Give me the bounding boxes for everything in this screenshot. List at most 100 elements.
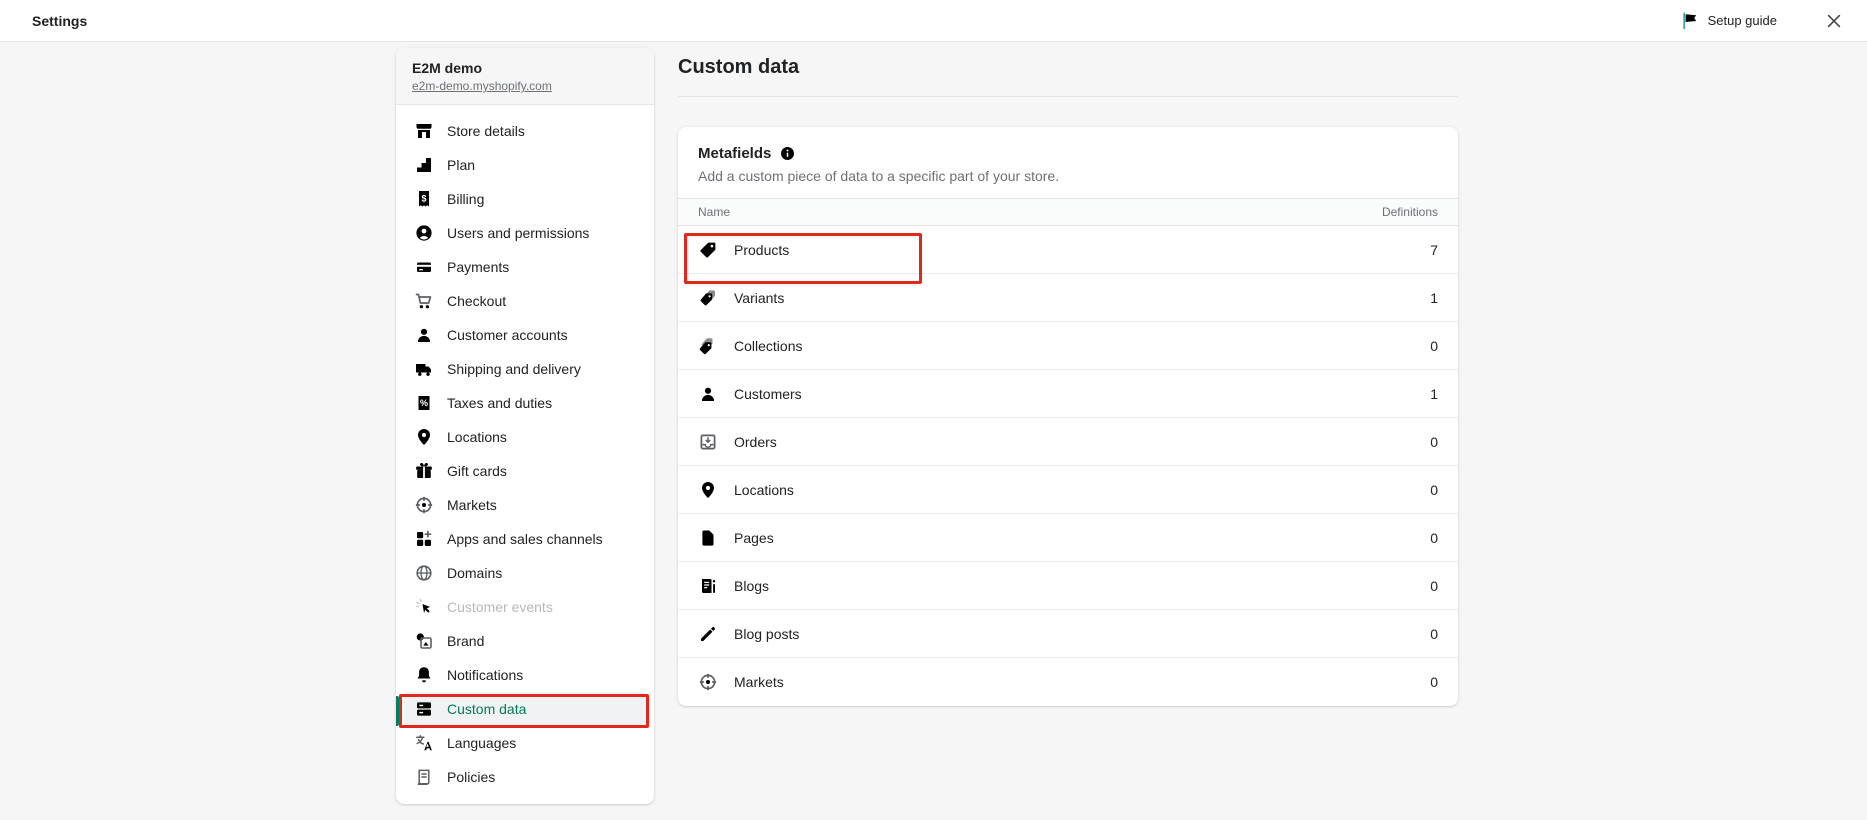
plan-icon [414,155,434,175]
row-definitions-count: 0 [1430,530,1438,546]
sidebar-item-apps-and-sales-channels[interactable]: Apps and sales channels [404,522,646,556]
translate-icon [414,733,434,753]
column-definitions: Definitions [1382,205,1438,219]
metafields-description: Add a custom piece of data to a specific… [698,168,1438,184]
users-icon [414,223,434,243]
sidebar-item-brand[interactable]: Brand [404,624,646,658]
metafield-row-markets[interactable]: Markets 0 [678,658,1458,706]
row-definitions-count: 0 [1430,338,1438,354]
metafield-row-customers[interactable]: Customers 1 [678,370,1458,418]
store-domain-link[interactable]: e2m-demo.myshopify.com [412,79,552,93]
table-header: Name Definitions [678,198,1458,226]
main-content: Custom data Metafields Add a custom piec… [678,42,1458,706]
metafields-title: Metafields [698,145,771,162]
close-icon [1825,12,1843,30]
row-label: Collections [734,338,802,354]
page-icon [698,528,718,548]
billing-icon [414,189,434,209]
metafield-row-collections[interactable]: Collections 0 [678,322,1458,370]
row-label: Products [734,242,789,258]
sidebar-item-custom-data[interactable]: Custom data [404,692,646,726]
metafield-row-orders[interactable]: Orders 0 [678,418,1458,466]
title-divider [678,96,1458,97]
settings-sidebar: E2M demo e2m-demo.myshopify.com Store de… [396,48,654,804]
sidebar-item-languages[interactable]: Languages [404,726,646,760]
sidebar-item-label: Taxes and duties [447,395,552,411]
row-label: Blogs [734,578,769,594]
pencil-icon [698,624,718,644]
bell-icon [414,665,434,685]
row-definitions-count: 0 [1430,626,1438,642]
sidebar-item-plan[interactable]: Plan [404,148,646,182]
metafields-card: Metafields Add a custom piece of data to… [678,127,1458,706]
double-tag-icon [698,288,718,308]
metafield-row-products[interactable]: Products 7 [678,226,1458,274]
info-icon[interactable] [779,145,796,162]
checkout-cart-icon [414,291,434,311]
sidebar-item-checkout[interactable]: Checkout [404,284,646,318]
sidebar-item-label: Gift cards [447,463,507,479]
sidebar-item-label: Markets [447,497,497,513]
sidebar-item-store-details[interactable]: Store details [404,114,646,148]
page-header-title: Settings [32,13,87,29]
row-label: Customers [734,386,802,402]
sidebar-item-billing[interactable]: Billing [404,182,646,216]
apps-icon [414,529,434,549]
row-definitions-count: 7 [1430,242,1438,258]
storefront-icon [414,121,434,141]
store-header: E2M demo e2m-demo.myshopify.com [396,48,654,105]
person-icon [698,384,718,404]
taxes-icon [414,393,434,413]
store-name: E2M demo [412,60,638,76]
sidebar-item-taxes-and-duties[interactable]: Taxes and duties [404,386,646,420]
row-definitions-count: 0 [1430,674,1438,690]
active-item-indicator [396,696,399,726]
sidebar-item-users-and-permissions[interactable]: Users and permissions [404,216,646,250]
map-pin-icon [698,480,718,500]
top-bar: Settings Setup guide [0,0,1867,42]
metafield-row-locations[interactable]: Locations 0 [678,466,1458,514]
sidebar-item-label: Domains [447,565,502,581]
metafield-row-pages[interactable]: Pages 0 [678,514,1458,562]
row-definitions-count: 1 [1430,386,1438,402]
setup-guide-label: Setup guide [1708,13,1777,28]
row-label: Blog posts [734,626,799,642]
sidebar-item-customer-accounts[interactable]: Customer accounts [404,318,646,352]
metafield-row-blogs[interactable]: Blogs 0 [678,562,1458,610]
database-icon [414,699,434,719]
sidebar-item-label: Policies [447,769,495,785]
sidebar-item-label: Plan [447,157,475,173]
cursor-click-icon [414,597,434,617]
policies-icon [414,767,434,787]
row-label: Variants [734,290,784,306]
sidebar-item-domains[interactable]: Domains [404,556,646,590]
truck-icon [414,359,434,379]
metafield-row-variants[interactable]: Variants 1 [678,274,1458,322]
row-definitions-count: 0 [1430,578,1438,594]
person-icon [414,325,434,345]
sidebar-item-gift-cards[interactable]: Gift cards [404,454,646,488]
row-definitions-count: 1 [1430,290,1438,306]
sidebar-item-label: Shipping and delivery [447,361,581,377]
sidebar-item-payments[interactable]: Payments [404,250,646,284]
metafield-row-blog-posts[interactable]: Blog posts 0 [678,610,1458,658]
row-label: Locations [734,482,794,498]
sidebar-item-label: Languages [447,735,516,751]
sidebar-item-label: Customer events [447,599,553,615]
globe-icon [414,563,434,583]
sidebar-item-policies[interactable]: Policies [404,760,646,794]
blog-icon [698,576,718,596]
payments-icon [414,257,434,277]
setup-guide-button[interactable]: Setup guide [1680,11,1777,31]
close-settings-button[interactable] [1821,8,1847,34]
sidebar-item-markets[interactable]: Markets [404,488,646,522]
sidebar-item-customer-events: Customer events [404,590,646,624]
column-name: Name [698,205,730,219]
flag-icon [1680,11,1700,31]
sidebar-item-shipping-and-delivery[interactable]: Shipping and delivery [404,352,646,386]
sidebar-item-locations[interactable]: Locations [404,420,646,454]
sidebar-item-label: Store details [447,123,525,139]
sidebar-item-notifications[interactable]: Notifications [404,658,646,692]
gift-icon [414,461,434,481]
sidebar-item-label: Locations [447,429,507,445]
